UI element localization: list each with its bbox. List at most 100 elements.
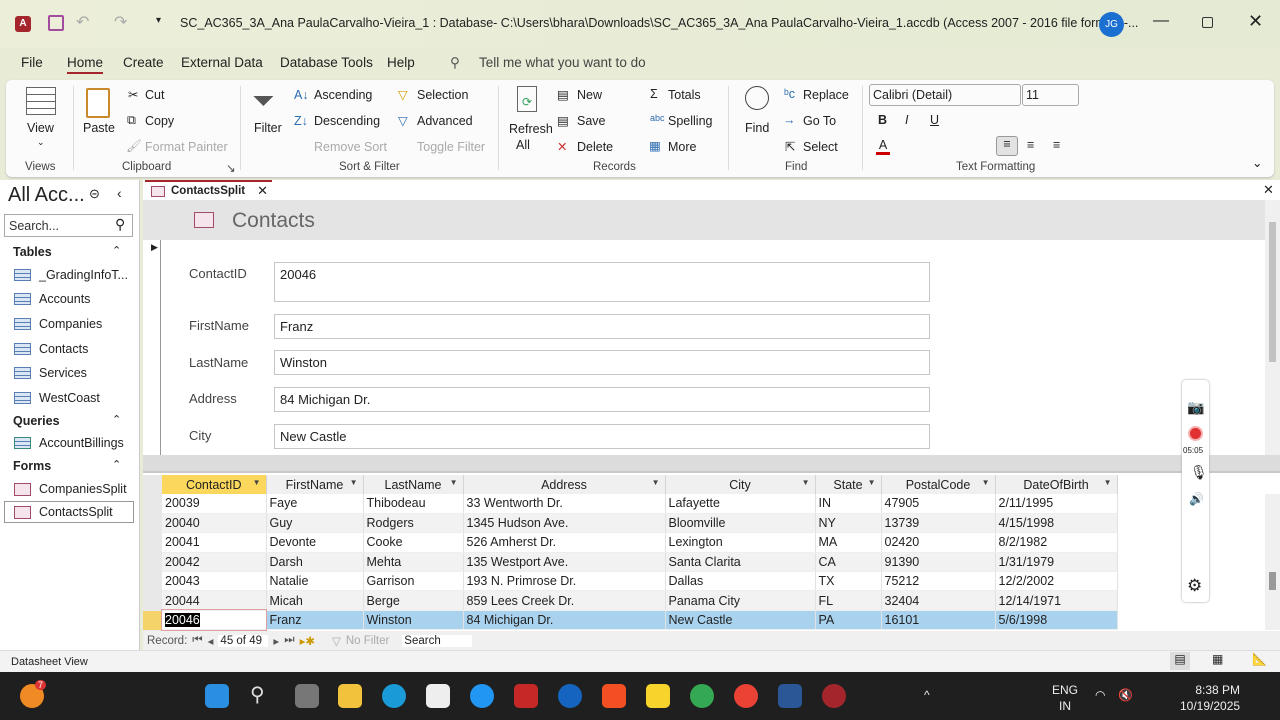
cell-dateofbirth[interactable]: 12/2/2002 xyxy=(995,571,1118,592)
cell-state[interactable]: TX xyxy=(815,571,882,592)
cell-lastname[interactable]: Thibodeau xyxy=(363,494,464,514)
column-filter-dropdown-icon[interactable]: ▼ xyxy=(652,478,660,487)
copy-button[interactable]: Copy xyxy=(145,114,174,128)
cell-firstname[interactable]: Faye xyxy=(266,494,364,514)
toggle-filter-button[interactable]: Toggle Filter xyxy=(417,140,485,154)
more-button[interactable]: More xyxy=(668,140,696,154)
close-button[interactable]: ✕ xyxy=(1248,11,1263,32)
cell-postalcode[interactable]: 91390 xyxy=(881,552,996,573)
record-icon[interactable] xyxy=(1188,426,1203,441)
minimize-button[interactable]: — xyxy=(1153,12,1169,30)
cell-postalcode[interactable]: 47905 xyxy=(881,494,996,514)
user-avatar[interactable]: JG xyxy=(1099,12,1124,37)
align-left-button[interactable]: ≡ xyxy=(996,136,1018,156)
tab-help[interactable]: Help xyxy=(387,55,415,70)
save-record-button[interactable]: Save xyxy=(577,114,606,128)
cell-city[interactable]: Lafayette xyxy=(665,494,816,514)
cell-lastname[interactable]: Winston xyxy=(363,610,464,631)
wifi-icon[interactable]: ◠ xyxy=(1095,688,1105,702)
totals-button[interactable]: Totals xyxy=(668,88,701,102)
sticky-notes-icon[interactable] xyxy=(646,684,670,708)
language-indicator[interactable]: ENG IN xyxy=(1052,682,1078,714)
edge-icon[interactable] xyxy=(382,684,406,708)
cell-address[interactable]: 84 Michigan Dr. xyxy=(463,610,666,631)
nav-item-companiessplit[interactable]: CompaniesSplit xyxy=(14,478,138,500)
field-contactid[interactable]: 20046 xyxy=(274,262,930,302)
column-header-dateofbirth[interactable]: DateOfBirth ▼ xyxy=(995,475,1118,494)
cell-address[interactable]: 135 Westport Ave. xyxy=(463,552,666,573)
cell-postalcode[interactable]: 13739 xyxy=(881,513,996,534)
cell-state[interactable]: MA xyxy=(815,532,882,553)
cell-firstname[interactable]: Devonte xyxy=(266,532,364,553)
cell-lastname[interactable]: Rodgers xyxy=(363,513,464,534)
hp-icon[interactable] xyxy=(558,684,582,708)
tab-database-tools[interactable]: Database Tools xyxy=(280,55,373,70)
collapse-ribbon-icon[interactable]: ⌄ xyxy=(1252,155,1262,170)
italic-button[interactable]: I xyxy=(905,113,908,127)
start-icon[interactable] xyxy=(205,684,229,708)
cell-firstname[interactable]: Darsh xyxy=(266,552,364,573)
datasheet-row-selectors[interactable] xyxy=(143,475,162,632)
datasheet-search-input[interactable]: Search xyxy=(402,634,473,647)
settings-icon[interactable]: ⚙ xyxy=(1187,576,1202,596)
previous-record-button[interactable]: ◂ xyxy=(208,634,214,648)
cell-postalcode[interactable]: 16101 xyxy=(881,610,996,631)
close-tab-icon[interactable]: ✕ xyxy=(257,183,268,199)
table-row[interactable]: 20046 Franz Winston 84 Michigan Dr. New Cast… xyxy=(161,609,1118,631)
nav-item-companies[interactable]: Companies xyxy=(14,313,138,335)
nav-item-accounts[interactable]: Accounts xyxy=(14,288,138,310)
column-header-state[interactable]: State ▼ xyxy=(815,475,882,494)
cell-contactid[interactable]: 20039 xyxy=(162,494,267,514)
delete-button[interactable]: Delete xyxy=(577,140,613,154)
cell-dateofbirth[interactable]: 1/31/1979 xyxy=(995,552,1118,573)
design-view-icon[interactable]: 📐 xyxy=(1252,652,1267,666)
search-taskbar-icon[interactable]: ⚲ xyxy=(250,682,265,707)
column-header-postalcode[interactable]: PostalCode ▼ xyxy=(881,475,996,494)
doc-tab-contactssplit[interactable]: ContactsSplit ✕ xyxy=(145,180,272,200)
shutter-bar-close-icon[interactable]: ‹ xyxy=(117,185,122,201)
field-firstname[interactable]: Franz xyxy=(274,314,930,339)
file-explorer-icon[interactable] xyxy=(338,684,362,708)
clock[interactable]: 8:38 PM 10/19/2025 xyxy=(1180,682,1240,714)
refresh-all-button[interactable]: Refresh xyxy=(509,122,553,136)
next-record-button[interactable]: ▸ xyxy=(273,634,279,648)
column-filter-dropdown-icon[interactable]: ▼ xyxy=(868,478,876,487)
brave-icon[interactable] xyxy=(602,684,626,708)
mcafee-icon[interactable] xyxy=(514,684,538,708)
new-record-nav-button[interactable]: ▸✱ xyxy=(300,634,315,648)
nav-menu-icon[interactable]: ⊝ xyxy=(89,186,100,202)
descending-button[interactable]: Descending xyxy=(314,114,380,128)
cell-dateofbirth[interactable]: 2/11/1995 xyxy=(995,494,1118,514)
nav-search-input[interactable]: Search... xyxy=(4,214,133,237)
cut-button[interactable]: Cut xyxy=(145,88,164,102)
cell-contactid[interactable]: 20040 xyxy=(162,513,267,534)
save-icon[interactable] xyxy=(48,15,64,31)
column-header-contactid[interactable]: ContactID ▼ xyxy=(162,475,267,494)
cell-address[interactable]: 859 Lees Creek Dr. xyxy=(463,590,666,611)
column-filter-dropdown-icon[interactable]: ▼ xyxy=(982,478,990,487)
cell-firstname[interactable]: Franz xyxy=(266,610,364,631)
cell-address[interactable]: 193 N. Primrose Dr. xyxy=(463,571,666,592)
chrome-profile-icon[interactable] xyxy=(734,684,758,708)
table-row[interactable]: 20044 Micah Berge 859 Lees Creek Dr. Panama … xyxy=(162,590,1118,611)
cell-postalcode[interactable]: 75212 xyxy=(881,571,996,592)
column-filter-dropdown-icon[interactable]: ▼ xyxy=(802,478,810,487)
column-filter-dropdown-icon[interactable]: ▼ xyxy=(450,478,458,487)
column-filter-dropdown-icon[interactable]: ▼ xyxy=(350,478,358,487)
table-row[interactable]: 20040 Guy Rodgers 1345 Hudson Ave. Bloomvill… xyxy=(162,513,1118,534)
goto-button[interactable]: Go To xyxy=(803,114,836,128)
format-painter-button[interactable]: Format Painter xyxy=(145,140,228,154)
table-row[interactable]: 20039 Faye Thibodeau 33 Wentworth Dr. Lafaye… xyxy=(162,494,1118,514)
cell-dateofbirth[interactable]: 5/6/1998 xyxy=(995,610,1118,631)
clipboard-launcher-icon[interactable]: ↘ xyxy=(226,161,236,175)
tab-file[interactable]: File xyxy=(21,55,43,70)
cell-city[interactable]: Panama City xyxy=(665,590,816,611)
cell-contactid[interactable]: 20046 xyxy=(161,609,267,631)
bold-button[interactable]: B xyxy=(878,113,887,127)
cell-state[interactable]: PA xyxy=(815,610,882,631)
nav-section-queries[interactable]: Queries xyxy=(13,414,60,428)
cell-dateofbirth[interactable]: 12/14/1971 xyxy=(995,590,1118,611)
table-row[interactable]: 20042 Darsh Mehta 135 Westport Ave. Santa Cl… xyxy=(162,552,1118,573)
cell-lastname[interactable]: Garrison xyxy=(363,571,464,592)
record-position-input[interactable]: 45 of 49 xyxy=(218,634,269,647)
